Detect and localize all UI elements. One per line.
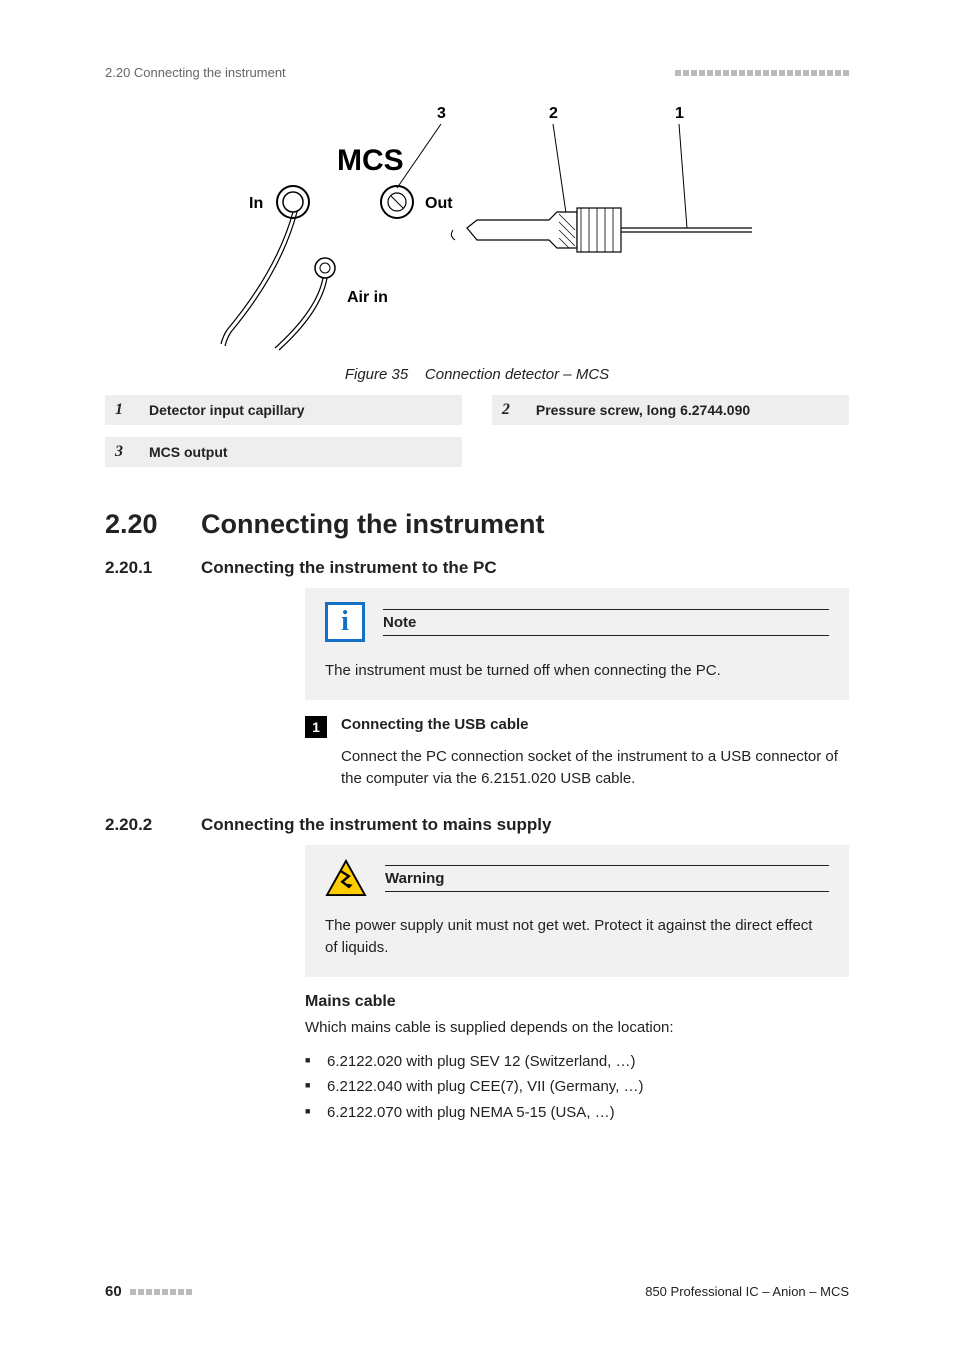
header-ornament [675, 70, 849, 76]
note-text: The instrument must be turned off when c… [325, 660, 829, 682]
figure-label: Figure 35 [345, 366, 408, 383]
air-in-label: Air in [347, 289, 388, 306]
warning-label: Warning [385, 865, 829, 892]
page-number: 60 [105, 1283, 122, 1300]
callout-1-num: 1 [675, 105, 684, 122]
legend-1-text: Detector input capillary [149, 402, 305, 418]
step-1-number: 1 [305, 716, 327, 738]
step-1-title: Connecting the USB cable [341, 716, 529, 738]
subsection-1-heading: 2.20.1 Connecting the instrument to the … [105, 558, 849, 578]
mains-cable-heading: Mains cable [305, 993, 849, 1011]
list-item: 6.2122.020 with plug SEV 12 (Switzerland… [305, 1049, 849, 1075]
connector-drawing [451, 208, 752, 252]
note-label: Note [383, 609, 829, 636]
legend-row-1: 1 Detector input capillary 2 Pressure sc… [105, 395, 849, 425]
out-label: Out [425, 195, 453, 212]
callout-3-num: 3 [437, 105, 446, 122]
step-1-body: Connect the PC connection socket of the … [341, 746, 849, 790]
figure-35: 3 2 1 MCS In Out Air in [105, 100, 849, 383]
mains-cable-intro: Which mains cable is supplied depends on… [305, 1017, 849, 1039]
section-heading: 2.20 Connecting the instrument [105, 509, 849, 540]
mains-cable-list: 6.2122.020 with plug SEV 12 (Switzerland… [305, 1049, 849, 1126]
info-icon: i [325, 602, 365, 642]
page-footer: 60 850 Professional IC – Anion – MCS [105, 1283, 849, 1300]
subsection-1-number: 2.20.1 [105, 558, 201, 578]
mcs-diagram: 3 2 1 MCS In Out Air in [197, 100, 757, 360]
page-number-group: 60 [105, 1283, 192, 1300]
subsection-2-title: Connecting the instrument to mains suppl… [201, 815, 551, 835]
legend-2: 2 Pressure screw, long 6.2744.090 [492, 395, 849, 425]
list-item: 6.2122.040 with plug CEE(7), VII (German… [305, 1074, 849, 1100]
legend-1: 1 Detector input capillary [105, 395, 462, 425]
section-number: 2.20 [105, 509, 201, 540]
in-label: In [249, 195, 263, 212]
list-item: 6.2122.070 with plug NEMA 5-15 (USA, …) [305, 1100, 849, 1126]
legend-2-num: 2 [502, 401, 520, 419]
figure-caption: Figure 35 Connection detector – MCS [345, 366, 609, 383]
running-head: 2.20 Connecting the instrument [105, 65, 286, 80]
section-title: Connecting the instrument [201, 509, 545, 540]
legend-row-2: 3 MCS output [105, 437, 849, 467]
legend-1-num: 1 [115, 401, 133, 419]
legend-2-text: Pressure screw, long 6.2744.090 [536, 402, 750, 418]
subsection-2-heading: 2.20.2 Connecting the instrument to main… [105, 815, 849, 835]
callout-2-num: 2 [549, 105, 558, 122]
footer-ornament [130, 1289, 192, 1295]
mcs-label: MCS [337, 144, 404, 177]
figure-caption-text: Connection detector – MCS [425, 366, 609, 383]
legend-3-num: 3 [115, 443, 133, 461]
page-header: 2.20 Connecting the instrument [105, 65, 849, 80]
footer-doc-title: 850 Professional IC – Anion – MCS [645, 1284, 849, 1299]
warning-icon [325, 859, 367, 897]
step-1: 1 Connecting the USB cable Connect the P… [305, 716, 849, 790]
subsection-1-title: Connecting the instrument to the PC [201, 558, 497, 578]
legend-3: 3 MCS output [105, 437, 462, 467]
warning-callout: Warning The power supply unit must not g… [305, 845, 849, 977]
legend-3-text: MCS output [149, 444, 228, 460]
note-callout: i Note The instrument must be turned off… [305, 588, 849, 700]
warning-text: The power supply unit must not get wet. … [325, 915, 829, 959]
subsection-2-number: 2.20.2 [105, 815, 201, 835]
